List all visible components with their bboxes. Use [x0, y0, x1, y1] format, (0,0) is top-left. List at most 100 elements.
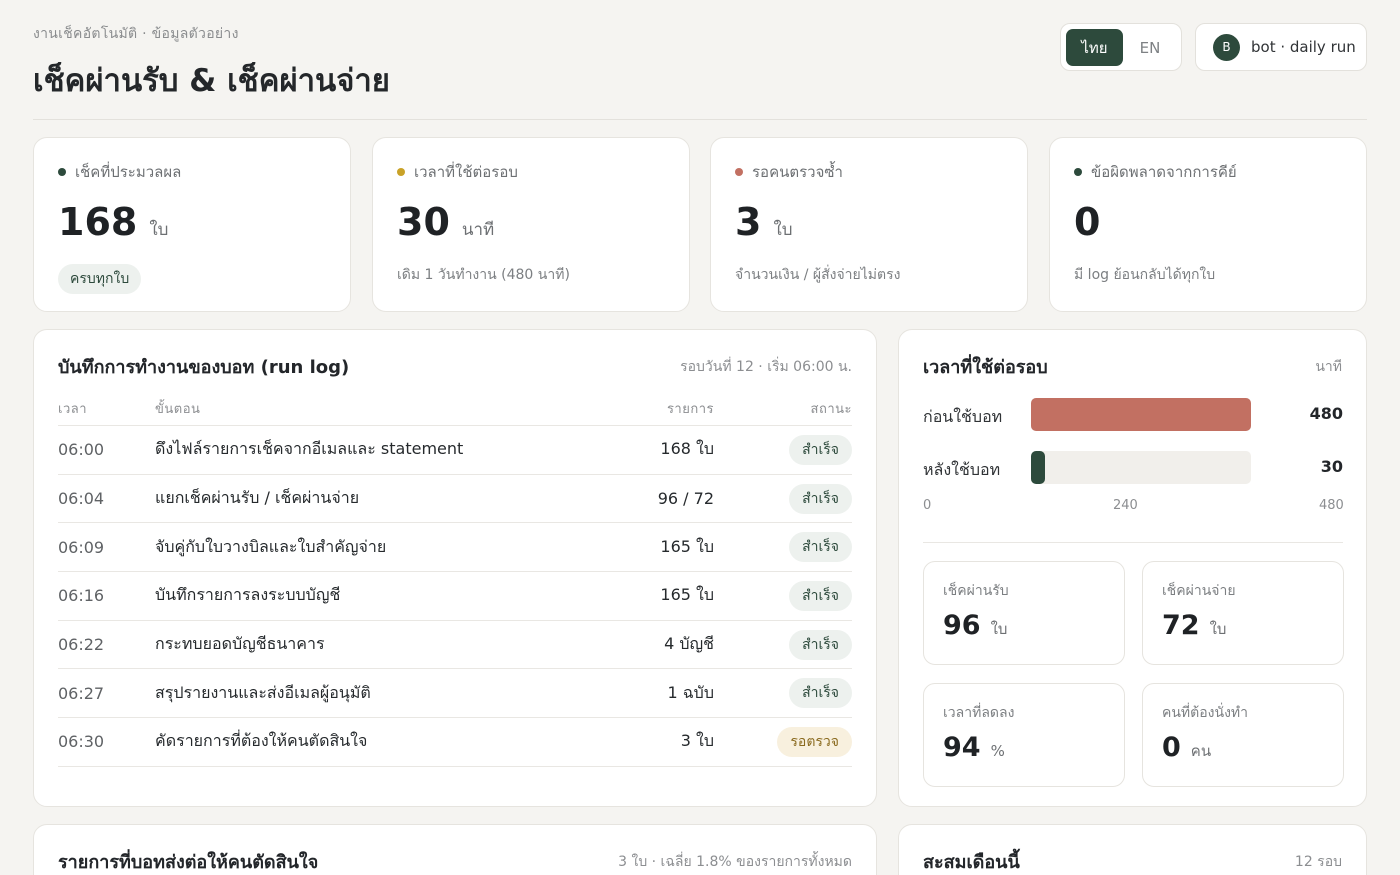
panel-title: สะสมเดือนนี้ — [923, 852, 1020, 873]
row-step: ดึงไฟล์รายการเช็คจากอีเมลและ statement — [155, 439, 464, 459]
table-row: 06:27 สรุปรายงานและส่งอีเมลผู้อนุมัติ 1 … — [58, 669, 852, 719]
user-name: bot · daily run — [1251, 38, 1356, 56]
page-header: งานเช็คอัตโนมัติ · ข้อมูลตัวอย่าง เช็คผ่… — [33, 0, 1367, 120]
row-count: 165 ใบ — [660, 536, 714, 556]
row-step: กระทบยอดบัญชีธนาคาร — [155, 634, 325, 654]
kpi-value: 30 — [397, 200, 450, 244]
row-time: 06:30 — [58, 732, 105, 752]
row-step: สรุปรายงานและส่งอีเมลผู้อนุมัติ — [155, 682, 371, 702]
table-header: เวลา ขั้นตอน รายการ สถานะ — [58, 392, 852, 426]
status-badge: รอตรวจ — [777, 726, 852, 757]
stat-card-received: เช็คผ่านรับ 96 ใบ — [923, 561, 1125, 665]
status-dot — [735, 168, 743, 176]
table-row: 06:04 แยกเช็คผ่านรับ / เช็คผ่านจ่าย 96 /… — [58, 475, 852, 524]
table-row: 06:16 บันทึกรายการลงระบบบัญชี 165 ใบ สำเ… — [58, 572, 852, 621]
row-time: 06:09 — [58, 537, 105, 557]
breadcrumb: งานเช็คอัตโนมัติ · ข้อมูลตัวอย่าง — [33, 26, 239, 42]
kpi-card-processed: เช็คที่ประมวลผล 168 ใบ ครบทุกใบ — [33, 137, 351, 312]
stat-label: เวลาที่ลดลง — [943, 705, 1015, 721]
table-row: 06:30 คัดรายการที่ต้องให้คนตัดสินใจ 3 ใบ… — [58, 718, 852, 767]
row-count: 96 / 72 — [657, 489, 714, 509]
stat-unit: % — [990, 742, 1005, 760]
row-time: 06:00 — [58, 440, 105, 460]
kpi-label: ข้อผิดพลาดจากการคีย์ — [1091, 163, 1237, 181]
stat-value: 72 — [1162, 610, 1200, 641]
kpi-subtext: มี log ย้อนกลับได้ทุกใบ — [1074, 267, 1216, 283]
bar-before — [1031, 398, 1251, 431]
run-log-table: เวลา ขั้นตอน รายการ สถานะ 06:00 ดึงไฟล์ร… — [58, 392, 852, 767]
bar-value: 480 — [1309, 404, 1343, 423]
axis-tick: 480 — [1319, 498, 1344, 513]
run-log-panel: บันทึกการทำงานของบอท (run log) รอบวันที่… — [33, 329, 877, 807]
row-time: 06:16 — [58, 586, 105, 606]
column-header-count: รายการ — [666, 402, 714, 417]
table-row: 06:09 จับคู่กับใบวางบิลและใบสำคัญจ่าย 16… — [58, 523, 852, 573]
row-step: บันทึกรายการลงระบบบัญชี — [155, 585, 341, 605]
bar-label: หลังใช้บอท — [923, 460, 1001, 479]
status-dot — [397, 168, 405, 176]
row-count: 165 ใบ — [660, 585, 714, 605]
bar-value: 30 — [1320, 457, 1343, 476]
column-header-step: ขั้นตอน — [155, 402, 201, 417]
column-header-status: สถานะ — [810, 402, 852, 417]
lang-en-button[interactable]: EN — [1123, 29, 1177, 66]
bar-after — [1031, 451, 1045, 484]
axis-tick: 0 — [923, 498, 932, 513]
monthly-panel: สะสมเดือนนี้ 12 รอบ — [898, 824, 1367, 875]
bar-row-before: ก่อนใช้บอท 480 — [923, 398, 1343, 432]
divider — [923, 542, 1343, 543]
bar-label: ก่อนใช้บอท — [923, 407, 1003, 426]
row-step: คัดรายการที่ต้องให้คนตัดสินใจ — [155, 731, 368, 751]
handoff-panel: รายการที่บอทส่งต่อให้คนตัดสินใจ 3 ใบ · เ… — [33, 824, 877, 875]
status-badge: สำเร็จ — [789, 532, 852, 563]
status-dot — [58, 168, 66, 176]
stat-card-paid: เช็คผ่านจ่าย 72 ใบ — [1142, 561, 1344, 665]
stat-unit: ใบ — [1209, 620, 1227, 638]
stat-unit: ใบ — [990, 620, 1008, 638]
axis-tick: 240 — [1113, 498, 1138, 513]
kpi-label: เวลาที่ใช้ต่อรอบ — [414, 163, 518, 181]
row-count: 168 ใบ — [660, 439, 714, 459]
bar-track — [1031, 451, 1251, 484]
page-title: เช็คผ่านรับ & เช็คผ่านจ่าย — [33, 63, 390, 99]
language-toggle: ไทย EN — [1060, 23, 1182, 71]
column-header-time: เวลา — [58, 402, 88, 417]
kpi-value: 168 — [58, 200, 138, 244]
panel-title: เวลาที่ใช้ต่อรอบ — [923, 357, 1048, 378]
stat-value: 96 — [943, 610, 981, 641]
status-badge: สำเร็จ — [789, 483, 852, 514]
kpi-card-time: เวลาที่ใช้ต่อรอบ 30 นาที เดิม 1 วันทำงาน … — [372, 137, 690, 312]
row-time: 06:04 — [58, 489, 105, 509]
stat-unit: คน — [1190, 742, 1212, 760]
kpi-value: 3 — [735, 200, 762, 244]
kpi-unit: ใบ — [149, 220, 169, 240]
user-chip[interactable]: B bot · daily run — [1195, 23, 1367, 71]
kpi-subtext: เดิม 1 วันทำงาน (480 นาที) — [397, 267, 570, 283]
bar-row-after: หลังใช้บอท 30 — [923, 451, 1343, 485]
time-per-run-panel: เวลาที่ใช้ต่อรอบ นาที ก่อนใช้บอท 480 หลั… — [898, 329, 1367, 807]
bar-track — [1031, 398, 1251, 431]
status-badge: สำเร็จ — [789, 434, 852, 465]
panel-meta: รอบวันที่ 12 · เริ่ม 06:00 น. — [680, 359, 852, 375]
kpi-value: 0 — [1074, 200, 1101, 244]
kpi-label: รอคนตรวจซ้ำ — [752, 163, 843, 181]
status-badge: สำเร็จ — [789, 678, 852, 709]
row-step: จับคู่กับใบวางบิลและใบสำคัญจ่าย — [155, 536, 387, 556]
row-count: 3 ใบ — [680, 731, 714, 751]
row-time: 06:22 — [58, 635, 105, 655]
panel-title: บันทึกการทำงานของบอท (run log) — [58, 357, 350, 378]
panel-title: รายการที่บอทส่งต่อให้คนตัดสินใจ — [58, 852, 319, 873]
stat-label: เช็คผ่านจ่าย — [1162, 583, 1236, 599]
lang-th-button[interactable]: ไทย — [1066, 29, 1123, 66]
row-step: แยกเช็คผ่านรับ / เช็คผ่านจ่าย — [155, 488, 360, 508]
status-badge: สำเร็จ — [789, 629, 852, 660]
row-time: 06:27 — [58, 683, 105, 703]
status-badge: ครบทุกใบ — [58, 264, 142, 294]
stat-label: คนที่ต้องนั่งทำ — [1162, 705, 1248, 721]
table-row: 06:22 กระทบยอดบัญชีธนาคาร 4 บัญชี สำเร็จ — [58, 621, 852, 670]
kpi-card-errors: ข้อผิดพลาดจากการคีย์ 0 มี log ย้อนกลับได… — [1049, 137, 1367, 312]
panel-unit: นาที — [1315, 359, 1342, 375]
panel-meta: 12 รอบ — [1294, 854, 1342, 870]
stat-label: เช็คผ่านรับ — [943, 583, 1009, 599]
stat-value: 0 — [1162, 732, 1181, 763]
